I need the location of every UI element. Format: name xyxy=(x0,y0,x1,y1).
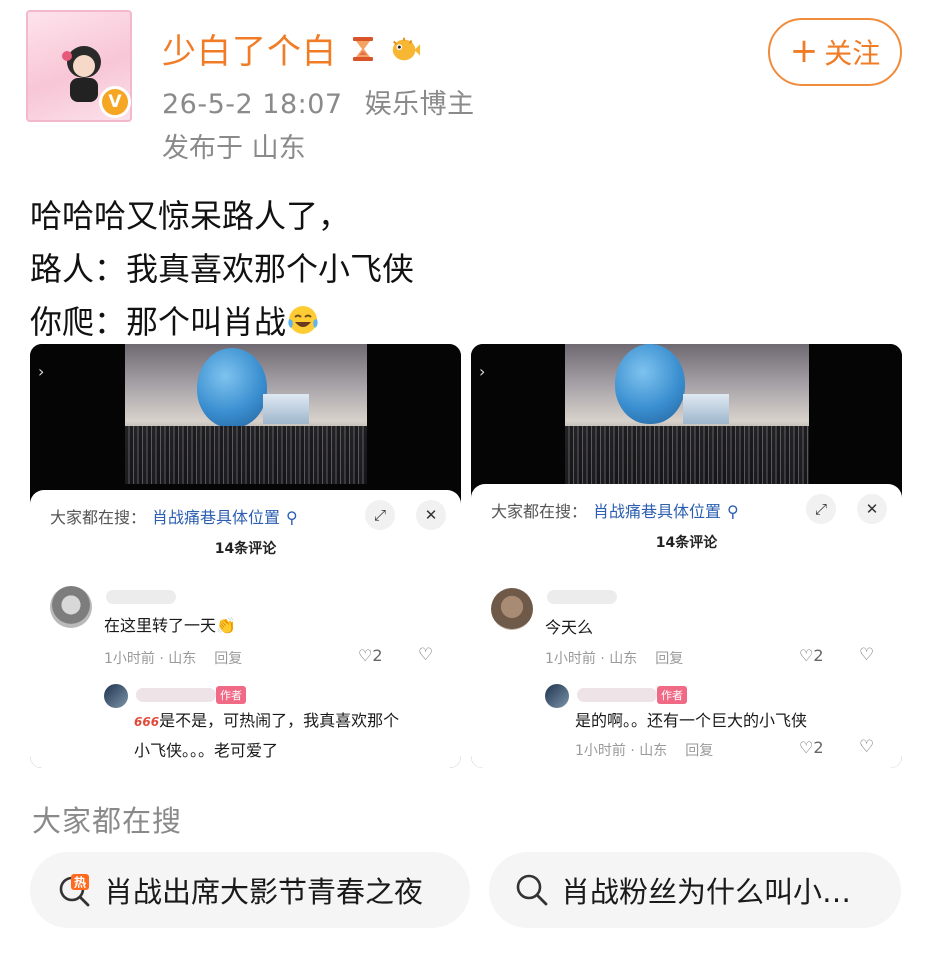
hourglass-icon xyxy=(347,33,379,65)
stage-sign xyxy=(683,394,729,424)
commenter-avatar[interactable] xyxy=(491,588,533,630)
blue-balloon xyxy=(615,344,685,424)
comment-time: 1小时前 · 山东 xyxy=(545,651,638,667)
reply-prefix: 666 xyxy=(134,715,160,729)
reply-link[interactable]: 回复 xyxy=(214,651,242,667)
close-icon[interactable]: ✕ xyxy=(857,494,887,524)
search-chip-2[interactable]: 肖战粉丝为什么叫小… xyxy=(489,852,901,928)
panel-fade xyxy=(471,762,902,768)
like-count: 2 xyxy=(813,738,824,757)
clap-emoji-icon: 👏 xyxy=(216,616,236,635)
author-avatar[interactable] xyxy=(104,684,128,708)
post-line: 哈哈哈又惊呆路人了， xyxy=(30,197,351,235)
hot-search-icon: 热 xyxy=(56,871,94,909)
search-suggestion[interactable]: 大家都在搜： 肖战痛巷具体位置 ⚲ xyxy=(491,498,739,522)
comment-text: 今天么 xyxy=(545,618,594,637)
post-line-with-emoji: 你爬：那个叫肖战 xyxy=(30,296,414,349)
reply-meta: 1小时前 · 山东 回复 xyxy=(575,740,713,760)
video-frame: › xyxy=(471,344,902,494)
comment-panel: 大家都在搜： 肖战痛巷具体位置 ⚲ ⤢ ✕ 14条评论 今天么 1小时前 · 山东回… xyxy=(471,484,902,768)
like-button[interactable]: ♡2 xyxy=(799,646,824,665)
search-suggestion[interactable]: 大家都在搜： 肖战痛巷具体位置 ⚲ xyxy=(50,504,298,528)
follow-button[interactable]: + 关注 xyxy=(768,18,902,86)
user-tag: 娱乐博主 xyxy=(364,89,475,120)
stage-sign xyxy=(263,394,309,424)
expand-icon[interactable]: ⤢ xyxy=(806,494,836,524)
author-reply-line-2: 小飞侠。。。老可爱了 xyxy=(134,741,279,760)
expand-icon[interactable]: ⤢ xyxy=(365,500,395,530)
comment-time: 1小时前 · 山东 xyxy=(104,651,197,667)
search-icon: ⚲ xyxy=(727,502,739,521)
comment-text-content: 在这里转了一天 xyxy=(104,616,217,635)
comment-count: 14条评论 xyxy=(214,541,277,557)
author-tag: 作者 xyxy=(216,686,246,704)
post-meta: 26-5-2 18:07 娱乐博主 xyxy=(162,82,475,121)
reply-link[interactable]: 回复 xyxy=(655,651,683,667)
author-reply-line-1: 666是不是，可热闹了，我真喜欢那个 xyxy=(134,706,399,737)
author-tag: 作者 xyxy=(657,686,687,704)
verified-badge: V xyxy=(99,86,131,118)
post-line: 你爬：那个叫肖战 xyxy=(30,303,287,341)
like-button[interactable]: ♡2 xyxy=(799,738,824,757)
comment-count: 14条评论 xyxy=(655,535,718,551)
comment-meta: 1小时前 · 山东 回复 xyxy=(545,648,683,668)
commenter-name-blurred xyxy=(106,590,176,604)
author-avatar[interactable] xyxy=(545,684,569,708)
video-frame: › xyxy=(30,344,461,494)
comment-text: 在这里转了一天👏 xyxy=(104,612,236,636)
heart-icon: ♡ xyxy=(358,646,373,665)
reply-time: 1小时前 · 山东 xyxy=(575,743,668,759)
search-chip-label: 肖战出席大影节青春之夜 xyxy=(104,875,424,909)
laughing-tears-emoji-icon xyxy=(288,306,318,334)
mall-scene xyxy=(565,344,809,484)
post-location: 发布于 山东 xyxy=(162,133,306,164)
search-prefix: 大家都在搜： xyxy=(50,508,147,527)
mall-scene xyxy=(125,344,367,484)
dislike-icon[interactable]: ♡ xyxy=(859,645,874,665)
chevron-right-icon: › xyxy=(38,362,45,381)
author-name-blurred xyxy=(577,688,657,702)
search-prefix: 大家都在搜： xyxy=(491,502,588,521)
search-icon xyxy=(513,871,551,909)
chevron-right-icon: › xyxy=(479,362,486,381)
username-row: 少白了个白 xyxy=(162,24,421,73)
close-icon[interactable]: ✕ xyxy=(416,500,446,530)
heart-icon: ♡ xyxy=(799,646,814,665)
dislike-icon[interactable]: ♡ xyxy=(418,645,433,665)
reply-link[interactable]: 回复 xyxy=(685,743,713,759)
commenter-name-blurred xyxy=(547,590,617,604)
blue-balloon xyxy=(197,348,267,428)
svg-text:热: 热 xyxy=(74,875,86,890)
author-name-blurred xyxy=(136,688,216,702)
like-count: 2 xyxy=(372,646,383,665)
username[interactable]: 少白了个白 xyxy=(162,24,337,73)
post-timestamp: 26-5-2 18:07 xyxy=(162,89,343,120)
author-reply-line-1: 是的啊。。还有一个巨大的小飞侠 xyxy=(575,711,808,730)
crowd xyxy=(565,426,809,484)
search-chip-label: 肖战粉丝为什么叫小… xyxy=(561,875,852,909)
heart-icon: ♡ xyxy=(799,738,814,757)
post-image-1[interactable]: › 大家都在搜： 肖战痛巷具体位置 ⚲ ⤢ ✕ 14条评论 在这里转了一天👏 1小时… xyxy=(30,344,461,768)
plus-icon: + xyxy=(789,30,819,71)
like-button[interactable]: ♡2 xyxy=(358,646,383,665)
comment-panel: 大家都在搜： 肖战痛巷具体位置 ⚲ ⤢ ✕ 14条评论 在这里转了一天👏 1小时前 … xyxy=(30,490,461,768)
search-hot-term: 肖战痛巷具体位置 xyxy=(152,508,281,527)
dislike-icon[interactable]: ♡ xyxy=(859,737,874,757)
post-text: 哈哈哈又惊呆路人了， 路人：我真喜欢那个小飞侠 你爬：那个叫肖战 xyxy=(30,190,414,349)
search-icon: ⚲ xyxy=(286,508,298,527)
comment-meta: 1小时前 · 山东 回复 xyxy=(104,648,242,668)
like-count: 2 xyxy=(813,646,824,665)
crowd xyxy=(125,426,367,484)
post-image-2[interactable]: › 大家都在搜： 肖战痛巷具体位置 ⚲ ⤢ ✕ 14条评论 今天么 1小时前 · 山… xyxy=(471,344,902,768)
pufferfish-icon xyxy=(389,33,421,65)
search-section-title: 大家都在搜 xyxy=(32,804,183,838)
follow-label: 关注 xyxy=(824,37,881,70)
search-hot-term: 肖战痛巷具体位置 xyxy=(593,502,722,521)
reply-text-1: 是不是，可热闹了，我真喜欢那个 xyxy=(159,711,400,730)
commenter-avatar[interactable] xyxy=(50,586,92,628)
post-line: 路人：我真喜欢那个小飞侠 xyxy=(30,250,415,288)
search-chip-1[interactable]: 热 肖战出席大影节青春之夜 xyxy=(30,852,470,928)
